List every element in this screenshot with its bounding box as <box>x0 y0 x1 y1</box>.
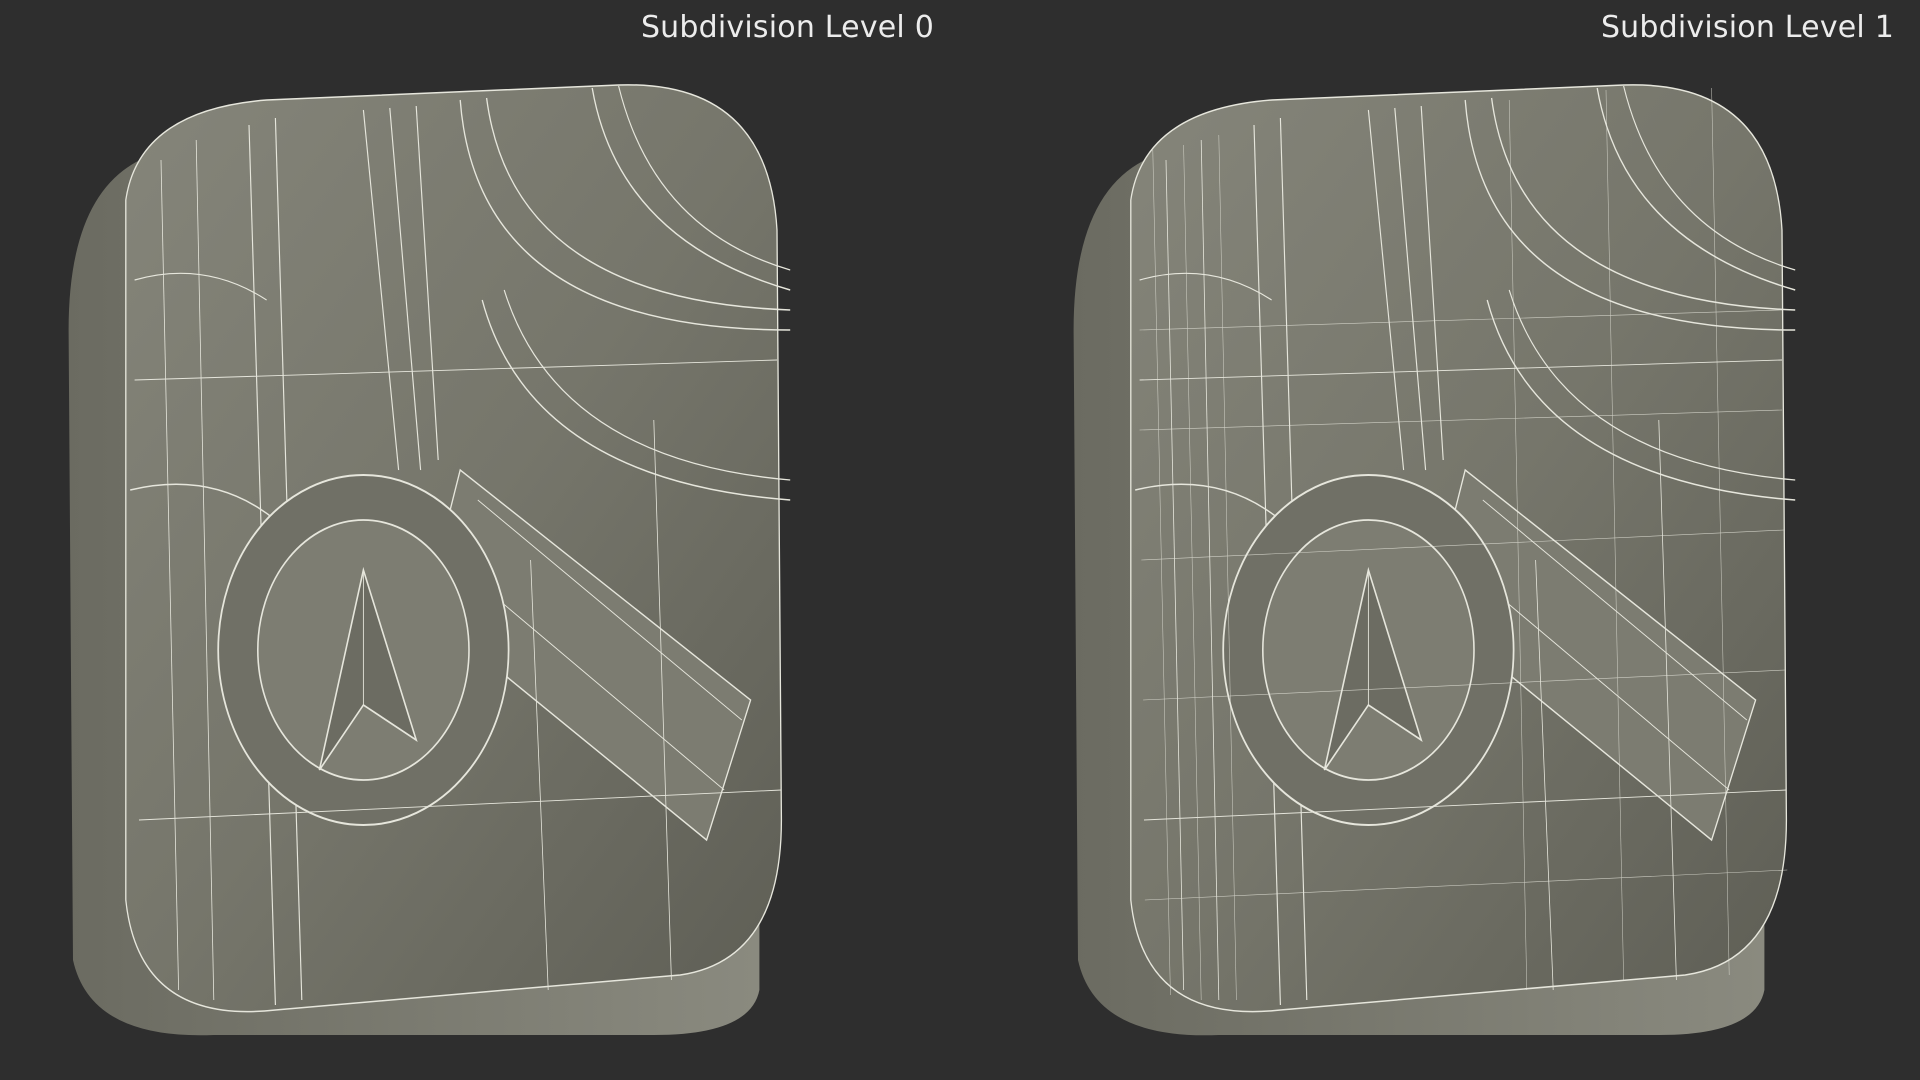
viewport: Subdivision Level 0 Subdivision Level 1 <box>0 0 1920 1080</box>
model-subdivision-level-0 <box>67 83 792 1037</box>
model-renders <box>67 83 1797 1037</box>
model-subdivision-level-1 <box>1072 83 1797 1037</box>
